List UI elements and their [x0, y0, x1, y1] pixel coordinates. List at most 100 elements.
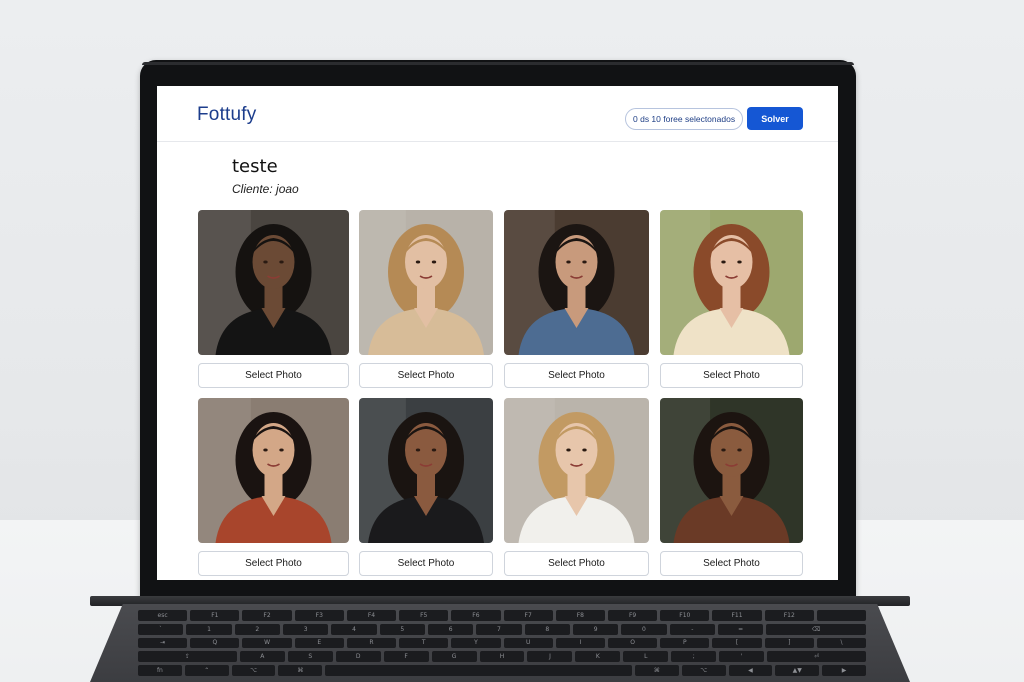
keyboard-key: E	[294, 637, 344, 649]
keyboard-key: ⏎	[767, 651, 867, 663]
photo-card: Select Photo	[198, 210, 349, 388]
keyboard-key	[816, 610, 867, 621]
keyboard-key: F1	[190, 610, 240, 621]
keyboard-key: 1	[186, 623, 232, 635]
portrait-photo[interactable]	[504, 210, 649, 355]
keyboard-key: `	[138, 623, 184, 635]
keyboard-key: F10	[660, 610, 710, 621]
select-photo-button[interactable]: Select Photo	[660, 363, 803, 388]
portrait-photo[interactable]	[359, 210, 493, 355]
solver-button[interactable]: Solver	[747, 107, 803, 130]
photo-card: Select Photo	[660, 210, 803, 388]
portrait-photo[interactable]	[660, 210, 803, 355]
keyboard-key: T	[399, 637, 449, 649]
keyboard-key: 6	[427, 623, 474, 635]
keyboard-key: F	[383, 651, 429, 663]
keyboard-key: F8	[555, 610, 605, 621]
keyboard-key: O	[607, 637, 658, 649]
app-logo[interactable]: Fottufy	[197, 104, 256, 126]
keyboard-key: Q	[190, 637, 240, 649]
keyboard-key: 4	[331, 623, 377, 635]
keyboard-key: W	[242, 637, 292, 649]
keyboard-key: '	[719, 651, 765, 663]
keyboard-key: 7	[476, 623, 522, 635]
portrait-photo[interactable]	[660, 398, 803, 543]
portrait-photo[interactable]	[198, 210, 349, 355]
portrait-photo[interactable]	[359, 398, 493, 543]
keyboard-key: ◀	[728, 665, 773, 676]
keyboard-row: ` 1 2 3 4 5 6 7 8 9 0- = ⌫	[138, 623, 866, 635]
select-photo-button[interactable]: Select Photo	[198, 551, 349, 576]
keyboard-key: F6	[451, 610, 501, 621]
keyboard-key: ▶	[822, 665, 866, 676]
keyboard-key: J	[527, 651, 573, 663]
keyboard-key: ⌘	[634, 665, 679, 676]
keyboard-key: \	[816, 637, 867, 649]
keyboard-row: ⇥ Q W E R T Y U I O P[] \	[138, 637, 867, 649]
photo-card: Select Photo	[359, 210, 493, 388]
photo-card: Select Photo	[504, 398, 649, 576]
keyboard-key: =	[717, 623, 764, 635]
keyboard-key: D	[335, 651, 381, 663]
keyboard-key: S	[287, 651, 333, 663]
keyboard-key: 2	[234, 623, 280, 635]
photo-card: Select Photo	[504, 210, 649, 388]
keyboard-key: A	[239, 651, 285, 663]
gallery-title: teste	[232, 156, 278, 177]
keyboard-key: ⌥	[681, 665, 726, 676]
keyboard-row: fn ⌃ ⌥ ⌘ ⌘ ⌥ ◀ ▲▼ ▶	[138, 665, 866, 676]
keyboard-key: 8	[524, 623, 570, 635]
select-photo-button[interactable]: Select Photo	[359, 551, 493, 576]
select-photo-button[interactable]: Select Photo	[198, 363, 349, 388]
keyboard-key: ⌥	[231, 665, 276, 676]
keyboard-key: F9	[607, 610, 658, 621]
keyboard-key: [	[712, 637, 762, 649]
keyboard-key: H	[479, 651, 525, 663]
keyboard-key: ;	[671, 651, 717, 663]
keyboard-key: U	[503, 637, 553, 649]
keyboard-key: ]	[764, 637, 814, 649]
portrait-photo[interactable]	[198, 398, 349, 543]
photo-card: Select Photo	[359, 398, 493, 576]
keyboard-key: ⌃	[184, 665, 229, 676]
selection-counter-badge: 0 ds 10 foree selectonados	[625, 108, 744, 130]
keyboard-key: esc	[138, 610, 188, 621]
keyboard-row: ⇪ A S D F G H J K L; ' ⏎	[138, 651, 867, 663]
photo-card: Select Photo	[198, 398, 349, 576]
keyboard-key: F5	[399, 610, 449, 621]
keyboard-key: 0	[621, 623, 667, 635]
portrait-photo[interactable]	[504, 398, 649, 543]
laptop-screen: Fottufy 0 ds 10 foree selectonados Solve…	[157, 86, 838, 580]
keyboard-key: F11	[712, 610, 762, 621]
keyboard-key: L	[623, 651, 669, 663]
keyboard-key: 3	[282, 623, 329, 635]
keyboard-key	[325, 665, 632, 676]
keyboard: esc F1 F2 F3 F4 F5 F6 F7 F8 F9 F10 F11 F12 ` 1 2 3 4 5 6 7 8 9…	[138, 610, 867, 676]
keyboard-key: F7	[503, 610, 553, 621]
keyboard-key: ⇪	[138, 651, 237, 663]
keyboard-key: -	[669, 623, 715, 635]
keyboard-key: ⌫	[766, 623, 866, 635]
keyboard-key: R	[346, 637, 397, 649]
keyboard-key: F12	[764, 610, 814, 621]
client-name: Cliente: joao	[232, 182, 299, 196]
keyboard-key: fn	[138, 665, 182, 676]
app-header: Fottufy 0 ds 10 foree selectonados Solve…	[157, 86, 838, 142]
keyboard-key: F2	[242, 610, 292, 621]
select-photo-button[interactable]: Select Photo	[504, 363, 649, 388]
keyboard-key: F3	[294, 610, 344, 621]
select-photo-button[interactable]: Select Photo	[504, 551, 649, 576]
keyboard-key: I	[555, 637, 605, 649]
photo-card: Select Photo	[660, 398, 803, 576]
select-photo-button[interactable]: Select Photo	[660, 551, 803, 576]
keyboard-key: ⇥	[138, 637, 188, 649]
keyboard-key: ⌘	[278, 665, 323, 676]
keyboard-key: 9	[572, 623, 619, 635]
keyboard-key: Y	[451, 637, 501, 649]
keyboard-row: esc F1 F2 F3 F4 F5 F6 F7 F8 F9 F10 F11 F12	[138, 610, 867, 621]
keyboard-key: ▲▼	[775, 665, 820, 676]
keyboard-key: G	[431, 651, 477, 663]
keyboard-key: P	[660, 637, 710, 649]
keyboard-key: F4	[346, 610, 397, 621]
select-photo-button[interactable]: Select Photo	[359, 363, 493, 388]
